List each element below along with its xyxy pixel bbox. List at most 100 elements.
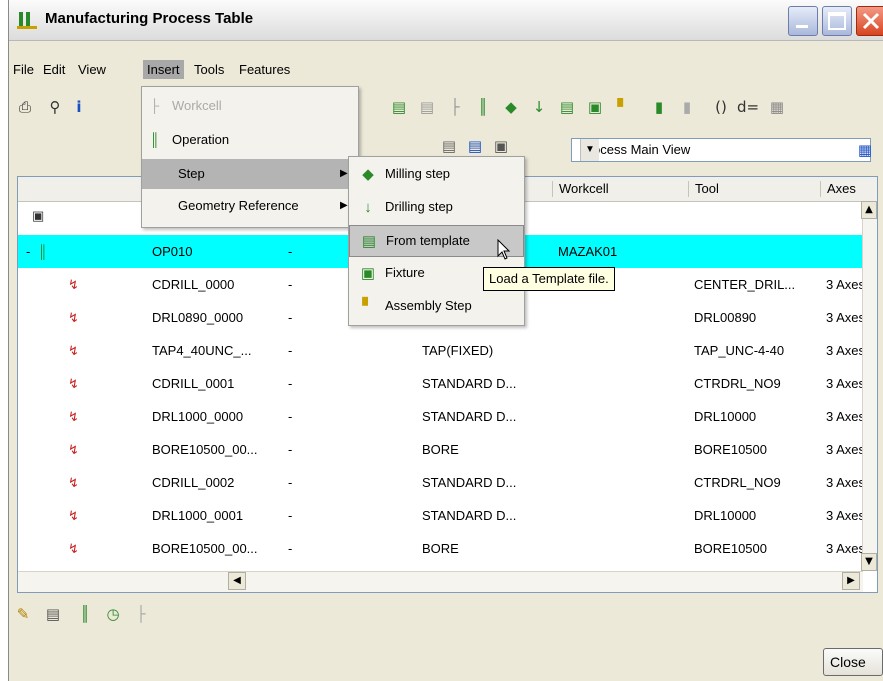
table-icon[interactable]: ║: [75, 604, 95, 624]
bottom-toolbar: ✎ ▤ ║ ◷ ├: [9, 598, 883, 630]
menu-item-operation[interactable]: ║ Operation: [142, 125, 358, 155]
menu-tools[interactable]: Tools: [194, 62, 224, 77]
operation-row-icon: ║: [38, 244, 48, 259]
close-window-button[interactable]: [856, 6, 883, 36]
header-tool[interactable]: Tool: [688, 181, 719, 197]
print-icon[interactable]: ⎙: [15, 97, 35, 117]
drilling-tool-icon[interactable]: ↓: [529, 97, 549, 117]
step-row-icon: ↯: [68, 277, 79, 292]
workcell-view-icon[interactable]: ▣: [491, 136, 511, 156]
menu-item-label: Drilling step: [385, 199, 453, 214]
template-tool-icon[interactable]: ▤: [557, 97, 577, 117]
collapse-toggle[interactable]: -: [26, 244, 30, 259]
menu-item-assembly-step[interactable]: ▘ Assembly Step: [349, 291, 524, 323]
row-dash: -: [288, 244, 293, 259]
close-button[interactable]: Close: [823, 648, 883, 676]
menu-item-workcell[interactable]: ├ Workcell: [142, 91, 358, 121]
row-tool: BORE10500: [694, 541, 767, 556]
chevron-down-icon[interactable]: ▼: [580, 139, 599, 161]
info-icon[interactable]: i: [69, 97, 89, 117]
menu-file[interactable]: File: [13, 62, 34, 77]
menu-bar: File Edit View Insert Tools Features: [9, 58, 883, 84]
table-row[interactable]: ↯ BORE10500_00... - BORE BORE10500 3 Axe…: [18, 532, 865, 565]
list-view-icon[interactable]: ▤: [439, 136, 459, 156]
table-row[interactable]: ↯ TAP4_40UNC_... - TAP(FIXED) TAP_UNC-4-…: [18, 334, 865, 367]
menu-insert[interactable]: Insert: [143, 60, 184, 79]
row-axes: 3 Axes: [826, 442, 866, 457]
header-workcell[interactable]: Workcell: [552, 181, 609, 197]
minimize-icon: [796, 25, 808, 28]
row-axes: 3 Axes: [826, 310, 866, 325]
fixture-tool-icon[interactable]: ▣: [585, 97, 605, 117]
row-name: TAP4_40UNC_...: [152, 343, 252, 358]
list-icon[interactable]: ▤: [43, 604, 63, 624]
template-icon: ▤: [361, 233, 377, 250]
process-table-icon: [17, 12, 37, 29]
sequence-icon[interactable]: ▤: [389, 97, 409, 117]
row-workcell: MAZAK01: [558, 244, 618, 259]
milling-icon: ◆: [362, 166, 374, 183]
row-name: CDRILL_0002: [152, 475, 235, 490]
menu-item-geometry-reference[interactable]: Geometry Reference ▶: [142, 191, 358, 221]
horizontal-scrollbar[interactable]: ◀ ▶: [18, 571, 863, 592]
menu-item-drilling-step[interactable]: ↓ Drilling step: [349, 192, 524, 224]
menu-features[interactable]: Features: [239, 62, 290, 77]
scroll-right-icon[interactable]: ▶: [842, 572, 860, 590]
scroll-up-icon[interactable]: ▲: [861, 201, 877, 219]
drilling-icon: ↓: [364, 199, 372, 216]
chart-icon[interactable]: ▮: [649, 97, 669, 117]
menu-item-milling-step[interactable]: ◆ Milling step: [349, 159, 524, 191]
maximize-icon: [828, 12, 846, 30]
brackets-icon[interactable]: (): [711, 97, 731, 117]
minimize-button[interactable]: [788, 6, 818, 36]
table-row[interactable]: ↯ BORE10500_00... - BORE BORE10500 3 Axe…: [18, 433, 866, 466]
milling-tool-icon[interactable]: ◆: [501, 97, 521, 117]
step-row-icon: ↯: [68, 475, 79, 490]
clock-icon[interactable]: ◷: [103, 604, 123, 624]
find-icon[interactable]: ⚲: [45, 97, 65, 117]
columns-icon[interactable]: ▦: [855, 140, 875, 160]
table-row[interactable]: ↯ DRL1000_0000 - STANDARD D... DRL10000 …: [18, 400, 865, 433]
row-axes: 3 Axes: [826, 475, 866, 490]
pencil-icon[interactable]: ✎: [13, 604, 33, 624]
row-name: BORE10500_00...: [152, 442, 258, 457]
relation-icon[interactable]: d=: [737, 97, 759, 117]
row-tool: CENTER_DRIL...: [694, 277, 796, 292]
menu-item-step[interactable]: Step ▶: [142, 159, 358, 189]
operation-tool-icon[interactable]: ║: [473, 97, 493, 117]
scroll-down-icon[interactable]: ▼: [861, 553, 877, 571]
row-dash: -: [288, 508, 293, 523]
row-dash: -: [288, 475, 293, 490]
header-axes[interactable]: Axes: [820, 181, 856, 197]
workcell-tool-icon[interactable]: ├: [445, 97, 465, 117]
chart-alt-icon[interactable]: ▮: [677, 97, 697, 117]
vertical-scrollbar[interactable]: ▲ ▼: [861, 201, 877, 571]
view-select[interactable]: Process Main View ▼: [571, 138, 871, 162]
menu-view[interactable]: View: [78, 62, 106, 77]
menu-edit[interactable]: Edit: [43, 62, 65, 77]
step-row-icon: ↯: [68, 409, 79, 424]
row-dash: -: [288, 541, 293, 556]
row-name: DRL1000_0000: [152, 409, 244, 424]
close-icon: [862, 12, 880, 30]
workcell-icon: ├: [150, 98, 160, 113]
table-row[interactable]: ↯ DRL1000_0001 - STANDARD D... DRL10000 …: [18, 499, 866, 532]
row-axes: 3 Axes: [826, 508, 866, 523]
fixture-icon: ▣: [360, 265, 376, 282]
row-type: STANDARD D...: [422, 409, 517, 424]
title-bar[interactable]: Manufacturing Process Table: [9, 0, 883, 41]
scroll-left-icon[interactable]: ◀: [228, 572, 246, 590]
table-row[interactable]: ↯ CDRILL_0001 - STANDARD D... CTRDRL_NO9…: [18, 367, 865, 400]
detail-view-icon[interactable]: ▤: [465, 136, 485, 156]
row-dash: -: [288, 277, 293, 292]
step-row-icon: ↯: [68, 508, 79, 523]
menu-item-label: Geometry Reference: [178, 198, 299, 213]
grid-icon[interactable]: ▦: [767, 97, 787, 117]
sequence-alt-icon[interactable]: ▤: [417, 97, 437, 117]
maximize-button[interactable]: [822, 6, 852, 36]
submenu-arrow-icon: ▶: [340, 200, 348, 211]
menu-item-label: Operation: [172, 132, 230, 147]
table-row[interactable]: ↯ CDRILL_0002 - STANDARD D... CTRDRL_NO9…: [18, 466, 866, 499]
workcell-disabled-icon[interactable]: ├: [131, 604, 151, 624]
assembly-tool-icon[interactable]: ▘: [613, 97, 633, 117]
